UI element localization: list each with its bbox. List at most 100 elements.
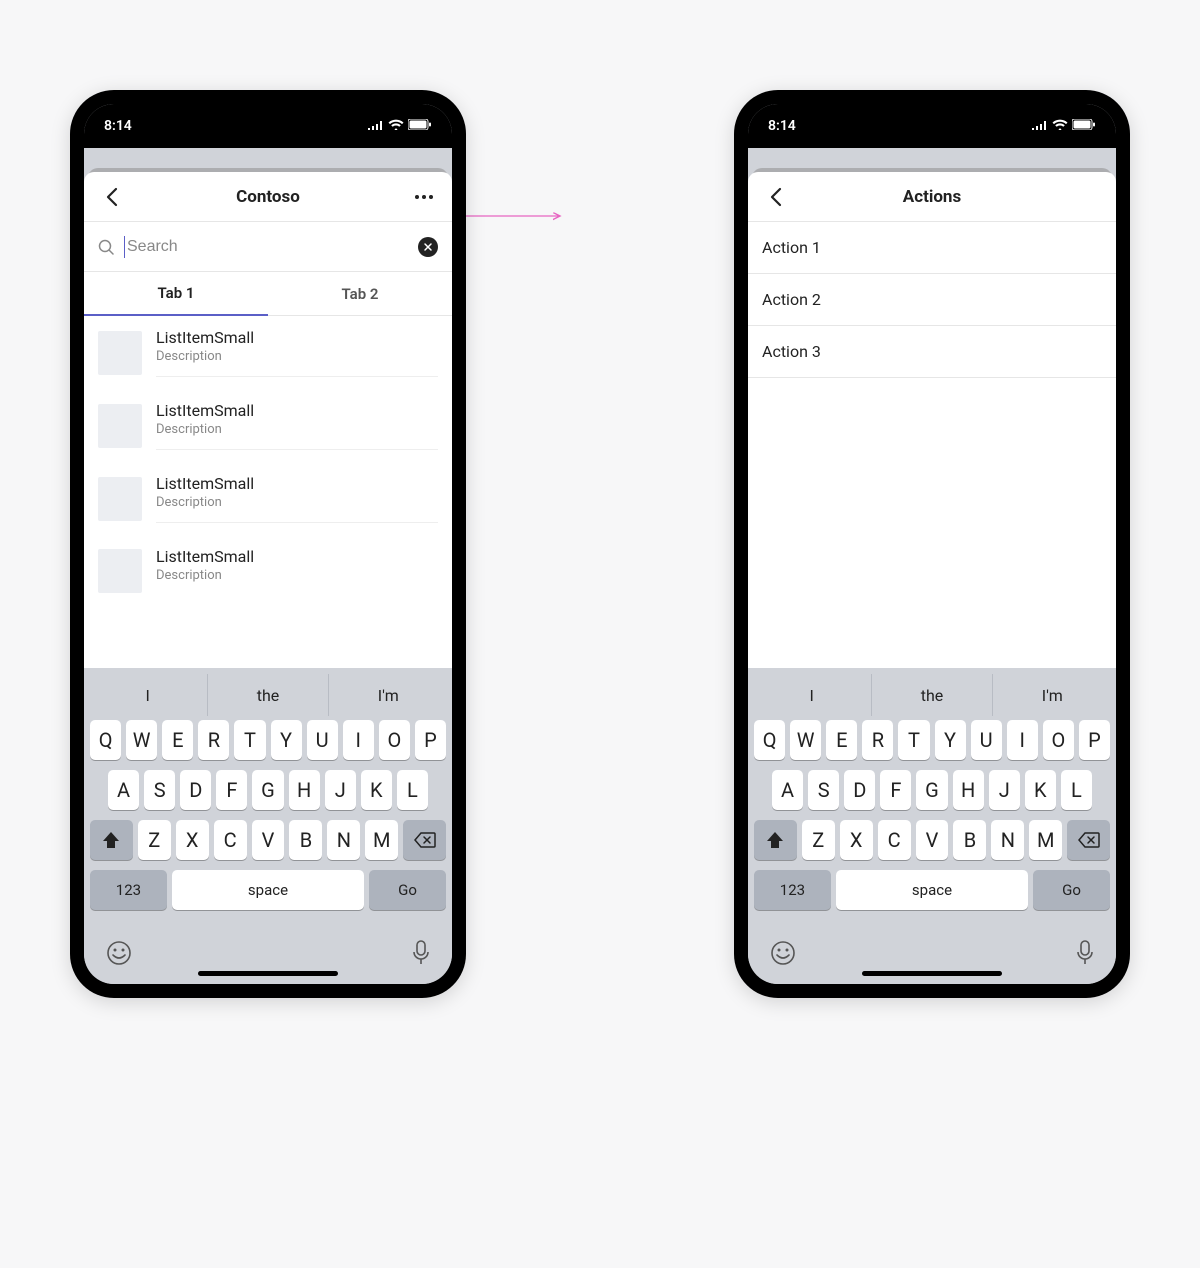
list-item[interactable]: ListItemSmall Description	[84, 316, 452, 389]
wifi-icon	[388, 118, 404, 134]
tab-2[interactable]: Tab 2	[268, 272, 452, 316]
key-f[interactable]: F	[880, 770, 911, 810]
key-l[interactable]: L	[1061, 770, 1092, 810]
list-item-thumbnail	[98, 331, 142, 375]
key-e[interactable]: E	[826, 720, 857, 760]
key-q[interactable]: Q	[90, 720, 121, 760]
key-b[interactable]: B	[289, 820, 322, 860]
key-a[interactable]: A	[772, 770, 803, 810]
action-item-2[interactable]: Action 2	[748, 274, 1116, 326]
suggestion[interactable]: I	[752, 674, 871, 716]
key-e[interactable]: E	[162, 720, 193, 760]
key-o[interactable]: O	[1043, 720, 1074, 760]
suggestion[interactable]: I	[88, 674, 207, 716]
key-y[interactable]: Y	[271, 720, 302, 760]
mic-icon[interactable]	[412, 940, 430, 970]
key-c[interactable]: C	[878, 820, 911, 860]
key-v[interactable]: V	[916, 820, 949, 860]
back-button[interactable]	[762, 183, 790, 211]
key-b[interactable]: B	[953, 820, 986, 860]
key-w[interactable]: W	[790, 720, 821, 760]
key-f[interactable]: F	[216, 770, 247, 810]
go-key[interactable]: Go	[1033, 870, 1110, 910]
key-n[interactable]: N	[991, 820, 1024, 860]
list-item[interactable]: ListItemSmall Description	[84, 535, 452, 607]
tab-bar: Tab 1 Tab 2	[84, 272, 452, 316]
key-t[interactable]: T	[898, 720, 929, 760]
key-z[interactable]: Z	[802, 820, 835, 860]
numeric-key[interactable]: 123	[754, 870, 831, 910]
key-l[interactable]: L	[397, 770, 428, 810]
key-h[interactable]: H	[953, 770, 984, 810]
numeric-key[interactable]: 123	[90, 870, 167, 910]
go-key[interactable]: Go	[369, 870, 446, 910]
key-z[interactable]: Z	[138, 820, 171, 860]
back-button[interactable]	[98, 183, 126, 211]
key-h[interactable]: H	[289, 770, 320, 810]
key-y[interactable]: Y	[935, 720, 966, 760]
key-r[interactable]: R	[862, 720, 893, 760]
key-v[interactable]: V	[252, 820, 285, 860]
backspace-key[interactable]	[403, 820, 446, 860]
key-k[interactable]: K	[361, 770, 392, 810]
list-item[interactable]: ListItemSmall Description	[84, 462, 452, 535]
notch	[844, 90, 1020, 120]
home-indicator[interactable]	[862, 971, 1002, 976]
space-key[interactable]: space	[172, 870, 364, 910]
emoji-icon[interactable]	[106, 940, 132, 970]
key-d[interactable]: D	[180, 770, 211, 810]
backspace-key[interactable]	[1067, 820, 1110, 860]
list-item-title: ListItemSmall	[156, 547, 438, 566]
search-bar	[84, 222, 452, 272]
search-input[interactable]	[124, 236, 408, 258]
key-q[interactable]: Q	[754, 720, 785, 760]
emoji-icon[interactable]	[770, 940, 796, 970]
suggestion[interactable]: I'm	[992, 674, 1112, 716]
key-s[interactable]: S	[144, 770, 175, 810]
key-p[interactable]: P	[415, 720, 446, 760]
key-j[interactable]: J	[989, 770, 1020, 810]
suggestion[interactable]: the	[207, 674, 327, 716]
key-a[interactable]: A	[108, 770, 139, 810]
list-item-thumbnail	[98, 477, 142, 521]
key-g[interactable]: G	[916, 770, 947, 810]
key-c[interactable]: C	[214, 820, 247, 860]
battery-icon	[408, 118, 432, 134]
home-indicator[interactable]	[198, 971, 338, 976]
mic-icon[interactable]	[1076, 940, 1094, 970]
result-list[interactable]: ListItemSmall Description ListItemSmall …	[84, 316, 452, 668]
key-s[interactable]: S	[808, 770, 839, 810]
shift-key[interactable]	[90, 820, 133, 860]
key-o[interactable]: O	[379, 720, 410, 760]
key-r[interactable]: R	[198, 720, 229, 760]
suggestion[interactable]: the	[871, 674, 991, 716]
key-u[interactable]: U	[971, 720, 1002, 760]
status-time: 8:14	[768, 118, 796, 134]
key-j[interactable]: J	[325, 770, 356, 810]
key-m[interactable]: M	[1029, 820, 1062, 860]
clear-search-button[interactable]	[418, 237, 438, 257]
key-i[interactable]: I	[1007, 720, 1038, 760]
key-p[interactable]: P	[1079, 720, 1110, 760]
key-i[interactable]: I	[343, 720, 374, 760]
more-button[interactable]	[410, 183, 438, 211]
notch	[180, 90, 356, 120]
key-k[interactable]: K	[1025, 770, 1056, 810]
key-n[interactable]: N	[327, 820, 360, 860]
key-t[interactable]: T	[234, 720, 265, 760]
key-u[interactable]: U	[307, 720, 338, 760]
key-g[interactable]: G	[252, 770, 283, 810]
key-d[interactable]: D	[844, 770, 875, 810]
key-m[interactable]: M	[365, 820, 398, 860]
tab-1[interactable]: Tab 1	[84, 272, 268, 316]
page-title: Contoso	[236, 187, 300, 207]
action-item-1[interactable]: Action 1	[748, 222, 1116, 274]
space-key[interactable]: space	[836, 870, 1028, 910]
shift-key[interactable]	[754, 820, 797, 860]
list-item[interactable]: ListItemSmall Description	[84, 389, 452, 462]
key-x[interactable]: X	[176, 820, 209, 860]
key-w[interactable]: W	[126, 720, 157, 760]
action-item-3[interactable]: Action 3	[748, 326, 1116, 378]
key-x[interactable]: X	[840, 820, 873, 860]
suggestion[interactable]: I'm	[328, 674, 448, 716]
